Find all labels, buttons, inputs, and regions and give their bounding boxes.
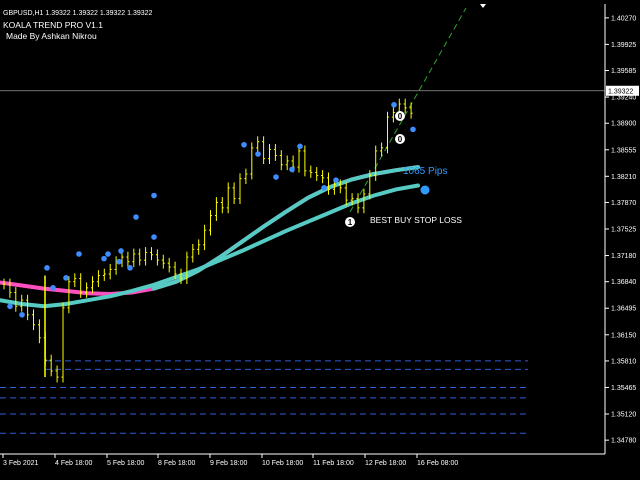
price-tick-label: 1.39925 — [611, 42, 636, 49]
swing-dot — [333, 177, 339, 183]
swing-dot — [289, 166, 295, 173]
price-tick-label: 1.38210 — [611, 174, 636, 181]
swing-dot — [118, 248, 124, 254]
price-tick-label: 1.38555 — [611, 147, 636, 154]
price-tick-label: 1.36150 — [611, 332, 636, 339]
signal-marker-exit-b-label: 0 — [398, 135, 403, 144]
swing-dot — [391, 101, 397, 108]
swing-dot — [273, 174, 279, 180]
indicator-author: Made By Ashkan Nikrou — [6, 31, 97, 41]
pips-label: 1065 Pips — [403, 166, 447, 177]
swing-dot — [76, 251, 82, 257]
price-tick-label: 1.40270 — [611, 15, 636, 22]
price-tick-label: 1.35810 — [611, 358, 636, 365]
price-tick-label: 1.34780 — [611, 438, 636, 445]
swing-dot — [63, 275, 69, 281]
swing-dot — [133, 214, 139, 220]
stop-loss-label: BEST BUY STOP LOSS — [370, 215, 462, 225]
price-tick-label: 1.36495 — [611, 306, 636, 313]
swing-dot — [19, 311, 25, 318]
time-tick-label: 3 Feb 2021 — [3, 460, 39, 467]
swing-dot — [321, 185, 327, 191]
swing-dot — [44, 265, 50, 271]
time-tick-label: 8 Feb 18:00 — [158, 460, 195, 467]
signal-marker-exit-a[interactable]: 0 — [395, 111, 405, 121]
symbol-info: GBPUSD,H1 1.39322 1.39322 1.39322 1.3932… — [3, 10, 153, 17]
swing-dot — [7, 303, 13, 310]
swing-dot — [101, 255, 107, 262]
swing-dot — [127, 265, 133, 271]
swing-dot — [241, 141, 247, 148]
price-tick-label: 1.36840 — [611, 279, 636, 286]
swing-dot — [151, 192, 157, 199]
signal-marker-exit-a-label: 0 — [398, 112, 403, 121]
price-tick-label: 1.37870 — [611, 200, 636, 207]
swing-dot — [410, 126, 416, 133]
time-tick-label: 5 Feb 18:00 — [107, 460, 144, 467]
chart-background — [0, 0, 640, 480]
signal-marker-entry[interactable]: 1 — [345, 217, 355, 227]
price-tick-label: 1.35120 — [611, 412, 636, 419]
swing-dot — [151, 234, 157, 240]
price-tick-label: 1.37525 — [611, 227, 636, 234]
signal-marker-entry-label: 1 — [348, 218, 353, 227]
current-price-label: 1.39322 — [608, 88, 633, 95]
indicator-title: KOALA TREND PRO V1.1 — [3, 20, 103, 30]
time-tick-label: 12 Feb 18:00 — [365, 460, 406, 467]
swing-dot — [116, 258, 122, 265]
swing-dot — [297, 143, 303, 150]
swing-dot — [50, 285, 56, 291]
chart-canvas[interactable]: 1.402701.399251.395851.392401.389001.385… — [0, 0, 640, 480]
signal-marker-exit-b[interactable]: 0 — [395, 134, 405, 144]
target-dot — [420, 185, 430, 195]
time-tick-label: 16 Feb 08:00 — [417, 460, 458, 467]
time-tick-label: 10 Feb 18:00 — [262, 460, 303, 467]
time-tick-label: 9 Feb 18:00 — [210, 460, 247, 467]
time-tick-label: 4 Feb 18:00 — [55, 460, 92, 467]
price-tick-label: 1.35465 — [611, 385, 636, 392]
time-tick-label: 11 Feb 18:00 — [313, 460, 354, 467]
price-tick-label: 1.39585 — [611, 68, 636, 75]
price-tick-label: 1.37180 — [611, 253, 636, 260]
swing-dot — [255, 151, 261, 157]
price-tick-label: 1.38900 — [611, 121, 636, 128]
swing-dot — [105, 251, 111, 257]
